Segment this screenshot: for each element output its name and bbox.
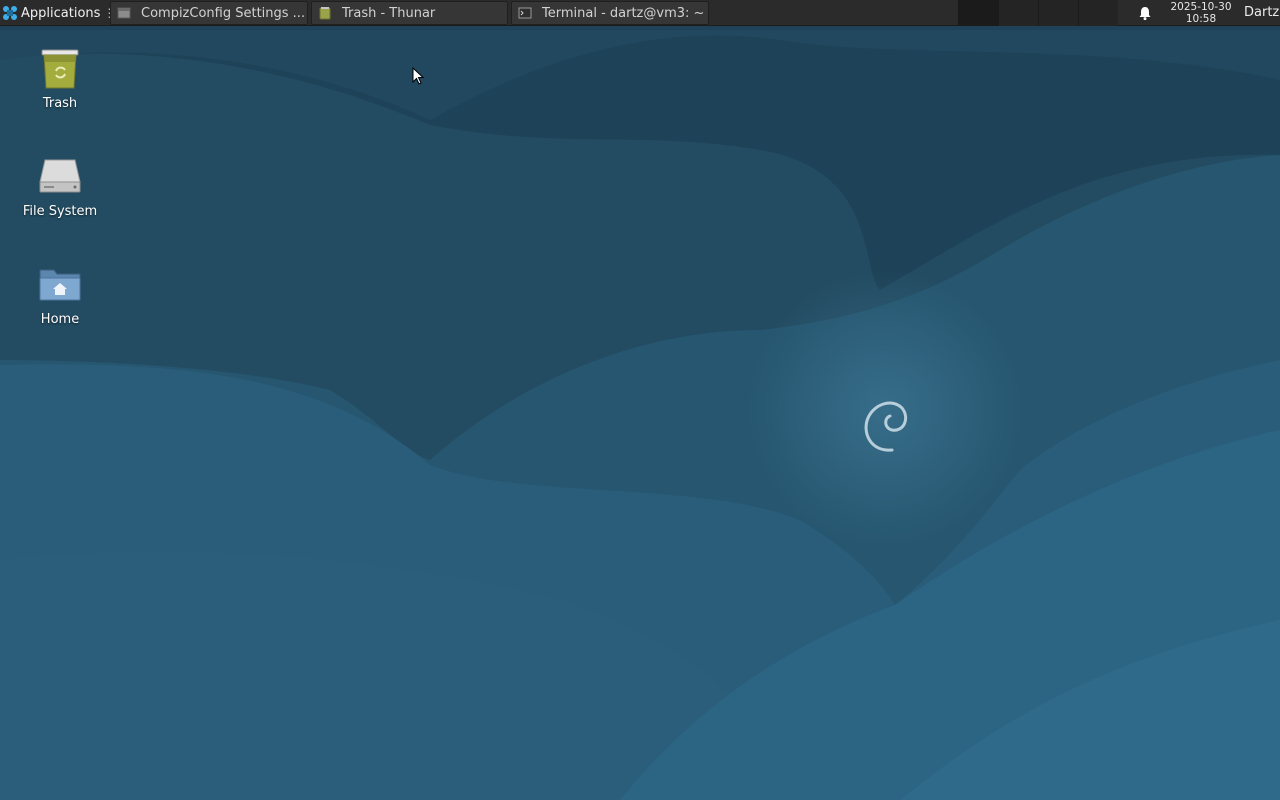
applications-menu-icon — [3, 6, 17, 20]
drive-icon — [39, 159, 81, 193]
workspace-4[interactable] — [1078, 0, 1118, 26]
clock-date: 2025-10-30 — [1170, 1, 1232, 13]
trash-icon — [41, 49, 79, 89]
taskbar-item-trash-thunar[interactable]: Trash - Thunar — [311, 1, 508, 25]
user-menu-button[interactable]: Dartz — [1244, 5, 1279, 20]
clock-time: 10:58 — [1185, 13, 1217, 25]
notification-bell-icon[interactable] — [1137, 5, 1153, 21]
taskbar-item-title: Trash - Thunar — [342, 5, 436, 21]
workspace-switcher — [958, 0, 1118, 26]
applications-menu-button[interactable]: Applications ⋮ — [0, 0, 115, 26]
desktop-icon-file-system[interactable]: File System — [10, 152, 110, 219]
home-folder-icon — [39, 269, 81, 301]
desktop-icon-label: File System — [22, 204, 98, 219]
panel-clock[interactable]: 2025-10-30 10:58 — [1163, 1, 1239, 25]
applications-menu-label: Applications — [21, 5, 101, 21]
taskbar-item-terminal[interactable]: Terminal - dartz@vm3: ~ — [511, 1, 709, 25]
desktop-icon-label: Trash — [42, 96, 78, 111]
workspace-1[interactable] — [958, 0, 998, 26]
desktop-icon-label: Home — [40, 312, 80, 327]
workspace-2[interactable] — [998, 0, 1038, 26]
top-panel: Applications ⋮ CompizConfig Settings ...… — [0, 0, 1280, 26]
taskbar-item-title: CompizConfig Settings ... — [141, 5, 306, 21]
desktop-icon-home[interactable]: Home — [10, 260, 110, 327]
terminal-icon — [518, 7, 532, 19]
taskbar-item-compizconfig[interactable]: CompizConfig Settings ... — [110, 1, 308, 25]
desktop-icon-trash[interactable]: Trash — [10, 44, 110, 111]
settings-window-icon — [117, 7, 131, 19]
trash-folder-icon — [319, 7, 331, 20]
mouse-pointer-icon — [412, 67, 424, 85]
taskbar-item-title: Terminal - dartz@vm3: ~ — [542, 5, 705, 21]
workspace-3[interactable] — [1038, 0, 1078, 26]
desktop-wallpaper — [0, 0, 1280, 800]
